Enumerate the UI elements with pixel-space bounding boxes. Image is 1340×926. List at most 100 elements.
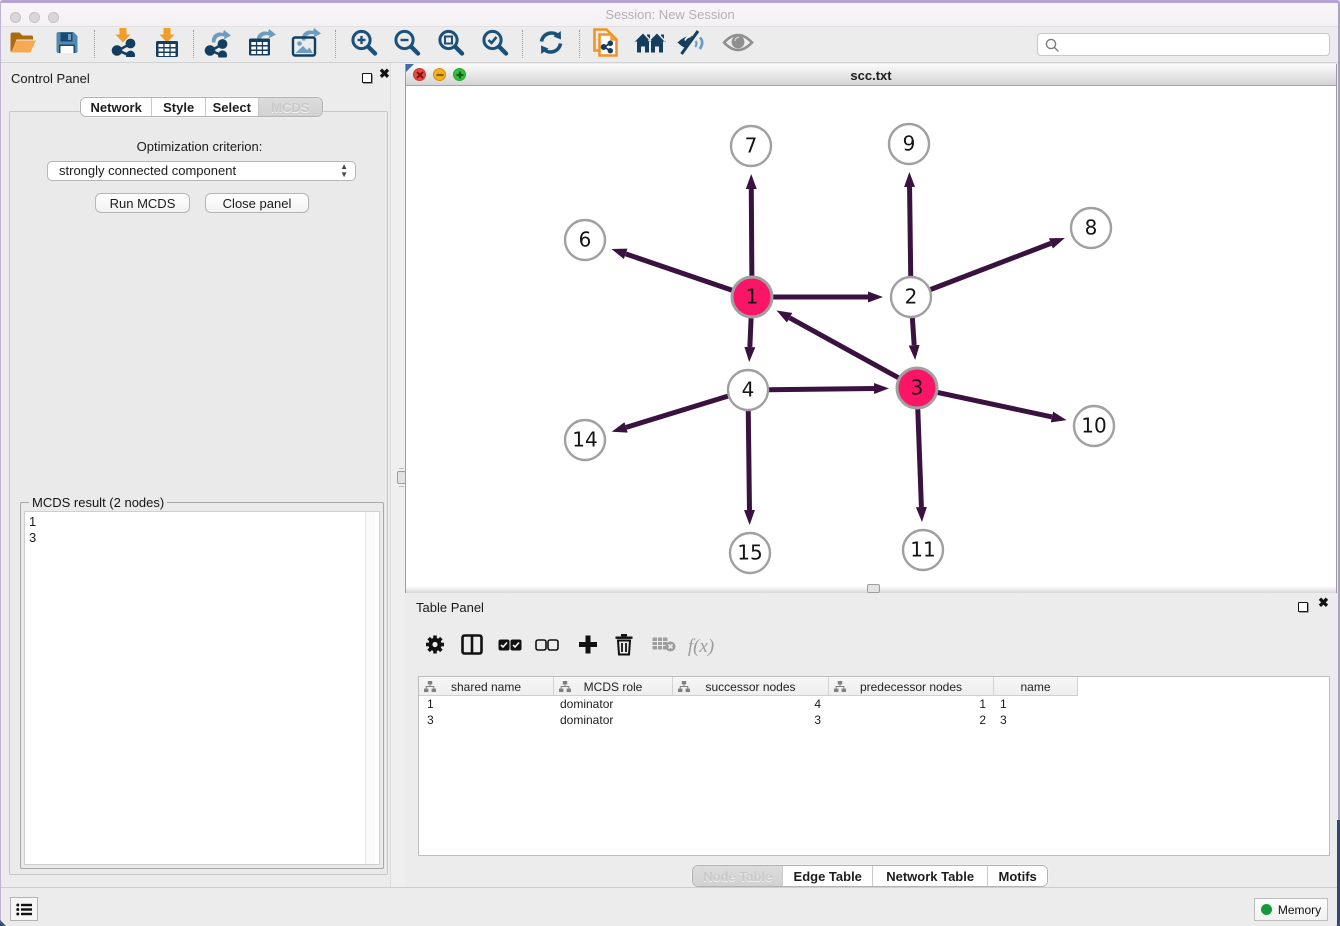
graph-node-3[interactable]: 3 [897,368,937,408]
tab-style[interactable]: Style [152,98,206,116]
import-network-icon[interactable] [109,28,137,62]
graph-node-10[interactable]: 10 [1074,406,1114,446]
graph-node-14[interactable]: 14 [565,420,605,460]
control-panel-float-icon[interactable] [362,73,372,83]
control-panel-tabs: NetworkStyleSelectMCDS [80,97,323,117]
graph-edge-2-9[interactable] [910,187,911,276]
tab-motifs[interactable]: Motifs [988,866,1047,886]
table-panel-float-icon[interactable] [1298,602,1308,612]
export-image-icon[interactable] [291,27,321,62]
table-cell: 1 [994,696,1078,712]
graph-node-4[interactable]: 4 [728,370,768,410]
tab-node-table[interactable]: Node Table [693,866,783,886]
deselect-all-rows-icon[interactable] [535,638,559,656]
network-window-title: scc.txt [406,68,1336,83]
table-panel-title: Table Panel [416,600,484,615]
window-left-border [0,3,1,926]
svg-text:6: 6 [579,228,592,252]
network-canvas[interactable]: 1 2 3 4 6 7 8 9 10 11 14 15 [406,86,1336,593]
graph-edge-2-3[interactable] [912,318,914,345]
tab-network-table[interactable]: Network Table [873,866,988,886]
mcds-result-text[interactable]: 13 [24,511,380,865]
graph-edge-4-3[interactable] [769,389,874,390]
column-header-name[interactable]: name [994,677,1078,696]
save-session-icon[interactable] [55,30,80,60]
vertical-split-divider[interactable] [390,63,405,887]
graph-node-1[interactable]: 1 [732,277,772,317]
task-list-icon [16,903,32,916]
hide-selected-eye-slash-icon[interactable] [677,29,708,60]
graph-node-15[interactable]: 15 [730,533,770,573]
tab-mcds[interactable]: MCDS [259,98,322,116]
node-table[interactable]: shared name MCDS rolesuccessor nodesprede… [418,676,1330,856]
tab-edge-table[interactable]: Edge Table [783,866,873,886]
network-window-titlebar[interactable]: scc.txt [406,64,1336,86]
graph-node-2[interactable]: 2 [891,277,931,317]
zoom-out-icon[interactable] [393,28,421,61]
search-input[interactable] [1037,33,1330,56]
graph-node-9[interactable]: 9 [889,124,929,164]
horizontal-split-grip[interactable] [867,584,880,593]
task-history-button[interactable] [10,897,38,921]
table-cell: dominator [554,712,673,728]
delete-table-icon[interactable] [652,637,676,658]
application-window: Session: New Session [0,0,1340,926]
zoom-in-icon[interactable] [350,28,378,61]
home-reset-icon[interactable] [633,30,667,59]
svg-text:7: 7 [745,134,758,158]
run-mcds-button[interactable]: Run MCDS [95,193,190,213]
table-cell: 3 [994,712,1078,728]
graph-node-11[interactable]: 11 [903,530,943,570]
criterion-select[interactable]: strongly connected component ▲▼ [47,161,356,181]
zoom-selected-icon[interactable] [481,28,509,61]
graph-edge-2-8[interactable] [931,243,1051,289]
toolbar-separator [522,30,523,58]
graph-edge-4-14[interactable] [626,396,728,427]
table-header-row: shared name MCDS rolesuccessor nodesprede… [419,677,1078,696]
export-table-icon[interactable] [247,27,277,62]
zoom-fit-icon[interactable] [437,28,465,61]
column-header-label: shared name [451,680,521,694]
show-column-panel-icon[interactable] [461,634,483,661]
control-panel-close-icon[interactable]: ✖ [379,66,390,82]
graph-edge-1-7[interactable] [751,189,752,276]
table-row[interactable]: 3dominator323 [419,712,1078,728]
memory-label: Memory [1278,903,1321,917]
function-builder-icon: f(x) [688,636,714,658]
graph-edge-3-10[interactable] [938,392,1052,417]
tab-select[interactable]: Select [206,98,259,116]
table-settings-gear-icon[interactable] [424,634,446,661]
tab-network[interactable]: Network [81,98,152,116]
graph-node-8[interactable]: 8 [1071,208,1111,248]
svg-text:4: 4 [742,378,755,402]
create-column-plus-icon[interactable] [578,635,598,660]
graph-edge-3-1[interactable] [790,318,899,378]
refresh-icon[interactable] [537,28,565,61]
graph-node-6[interactable]: 6 [565,220,605,260]
result-scrollbar[interactable] [365,512,375,864]
graph-edge-3-11[interactable] [918,409,922,507]
table-panel: Table Panel ✖ [405,593,1340,887]
graph-edge-4-15[interactable] [748,411,749,510]
delete-column-trash-icon[interactable] [614,634,634,661]
graph-edge-1-6[interactable] [626,254,732,290]
select-all-rows-icon[interactable] [498,638,522,656]
open-session-icon[interactable] [9,29,38,60]
close-panel-button[interactable]: Close panel [205,193,309,213]
column-header-MCDS-role[interactable]: MCDS role [554,677,673,696]
graph-node-7[interactable]: 7 [731,126,771,166]
column-header-shared-name[interactable]: shared name [419,677,554,696]
import-table-icon[interactable] [153,28,181,62]
column-header-predecessor-nodes[interactable]: predecessor nodes [829,677,994,696]
graph-edge-1-4[interactable] [750,318,751,347]
export-network-icon[interactable] [204,27,234,62]
titlebar: Session: New Session [1,3,1339,27]
mcds-panel: Optimization criterion: strongly connect… [9,111,388,875]
table-row[interactable]: 1dominator411 [419,696,1078,712]
table-panel-close-icon[interactable]: ✖ [1318,595,1329,611]
column-header-successor-nodes[interactable]: successor nodes [673,677,829,696]
new-network-from-selection-icon[interactable] [593,27,620,62]
show-all-eye-icon[interactable] [722,30,754,59]
mcds-result-line: 3 [29,530,379,546]
memory-button[interactable]: Memory [1254,898,1328,921]
